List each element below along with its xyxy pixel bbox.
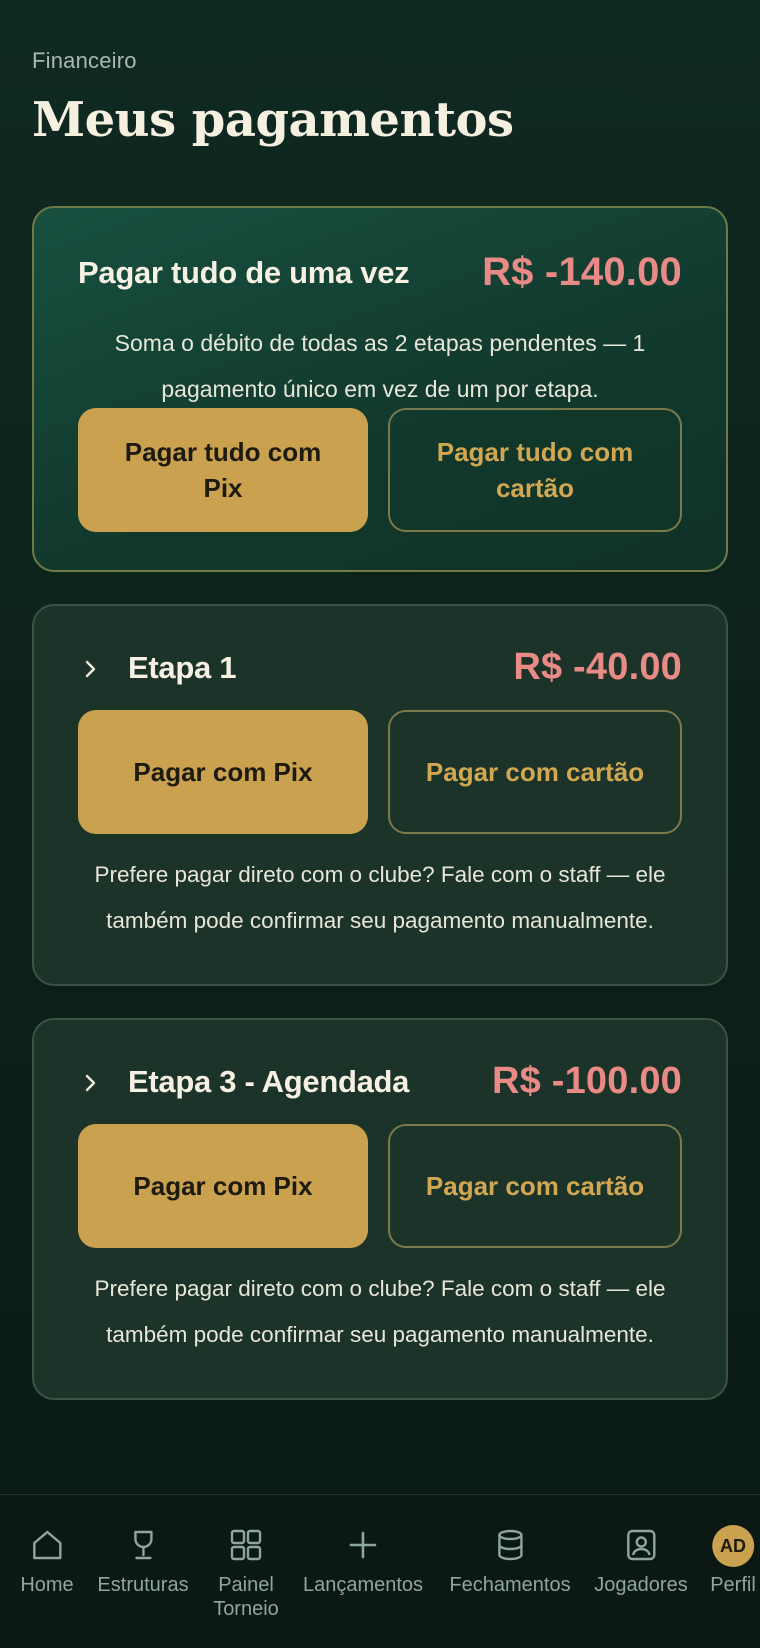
stage-title: Etapa 3 - Agendada bbox=[128, 1063, 410, 1099]
nav-label: Painel Torneio bbox=[213, 1574, 279, 1620]
stage-actions: Pagar com Pix Pagar com cartão bbox=[78, 1124, 682, 1248]
nav-item-jogadores[interactable]: Jogadores bbox=[594, 1525, 688, 1597]
nav-item-home[interactable]: Home bbox=[20, 1525, 74, 1597]
stage-note: Prefere pagar direto com o clube? Fale c… bbox=[94, 862, 666, 933]
stage-header[interactable]: Etapa 3 - Agendada R$ -100.00 bbox=[78, 1060, 682, 1103]
stage-header[interactable]: Etapa 1 R$ -40.00 bbox=[78, 646, 682, 689]
database-icon bbox=[490, 1525, 530, 1565]
section-eyebrow: Financeiro bbox=[32, 48, 137, 73]
stage-note: Prefere pagar direto com o clube? Fale c… bbox=[94, 1276, 666, 1347]
avatar: AD bbox=[711, 1525, 754, 1567]
pay-all-card-button[interactable]: Pagar tudo com cartão bbox=[388, 408, 682, 532]
nav-item-fechamentos[interactable]: Fechamentos bbox=[449, 1525, 571, 1597]
stage-amount: R$ -40.00 bbox=[513, 646, 682, 688]
nav-label: Lançamentos bbox=[302, 1574, 424, 1596]
page-title: Meus pagamentos bbox=[32, 92, 514, 148]
plus-icon bbox=[343, 1525, 383, 1565]
grid-icon bbox=[226, 1525, 266, 1565]
nav-label: Home bbox=[20, 1574, 74, 1596]
pay-pix-button[interactable]: Pagar com Pix bbox=[78, 710, 368, 834]
pay-all-pix-button[interactable]: Pagar tudo com Pix bbox=[78, 408, 368, 532]
pay-all-actions: Pagar tudo com Pix Pagar tudo com cartão bbox=[78, 408, 682, 532]
pay-all-amount: R$ -140.00 bbox=[482, 250, 682, 294]
pay-all-title: Pagar tudo de uma vez bbox=[78, 254, 410, 290]
pay-card-button[interactable]: Pagar com cartão bbox=[388, 710, 682, 834]
stage-amount: R$ -100.00 bbox=[491, 1060, 682, 1102]
stage-card: Etapa 1 R$ -40.00 Pagar com Pix Pagar co… bbox=[32, 604, 728, 986]
home-icon bbox=[27, 1525, 67, 1565]
pay-all-card: Pagar tudo de uma vez R$ -140.00 Soma o … bbox=[32, 206, 728, 572]
nav-item-lancamentos[interactable]: Lançamentos bbox=[303, 1525, 423, 1597]
pay-pix-button[interactable]: Pagar com Pix bbox=[78, 1124, 368, 1248]
chevron-right-icon[interactable] bbox=[78, 1070, 104, 1096]
nav-item-perfil[interactable]: AD Perfil bbox=[710, 1525, 756, 1597]
nav-item-estruturas[interactable]: Estruturas bbox=[97, 1525, 189, 1597]
nav-label: Jogadores bbox=[594, 1574, 688, 1596]
nav-label: Perfil bbox=[710, 1574, 756, 1596]
trophy-icon bbox=[123, 1525, 163, 1565]
pay-card-button[interactable]: Pagar com cartão bbox=[388, 1124, 682, 1248]
user-card-icon bbox=[621, 1525, 661, 1565]
nav-label: Fechamentos bbox=[449, 1574, 571, 1596]
nav-label: Estruturas bbox=[97, 1574, 189, 1596]
pay-all-header: Pagar tudo de uma vez R$ -140.00 bbox=[78, 250, 682, 295]
stage-actions: Pagar com Pix Pagar com cartão bbox=[78, 710, 682, 834]
chevron-right-icon[interactable] bbox=[78, 656, 104, 682]
stage-card: Etapa 3 - Agendada R$ -100.00 Pagar com … bbox=[32, 1018, 728, 1400]
nav-item-painel-torneio[interactable]: Painel Torneio bbox=[201, 1525, 291, 1621]
pay-all-description: Soma o débito de todas as 2 etapas pende… bbox=[114, 330, 646, 402]
bottom-nav: Home Estruturas Painel Torneio Lançament… bbox=[0, 1494, 760, 1648]
page: Financeiro Meus pagamentos Pagar tudo de… bbox=[0, 0, 760, 1494]
stage-title: Etapa 1 bbox=[128, 649, 237, 685]
